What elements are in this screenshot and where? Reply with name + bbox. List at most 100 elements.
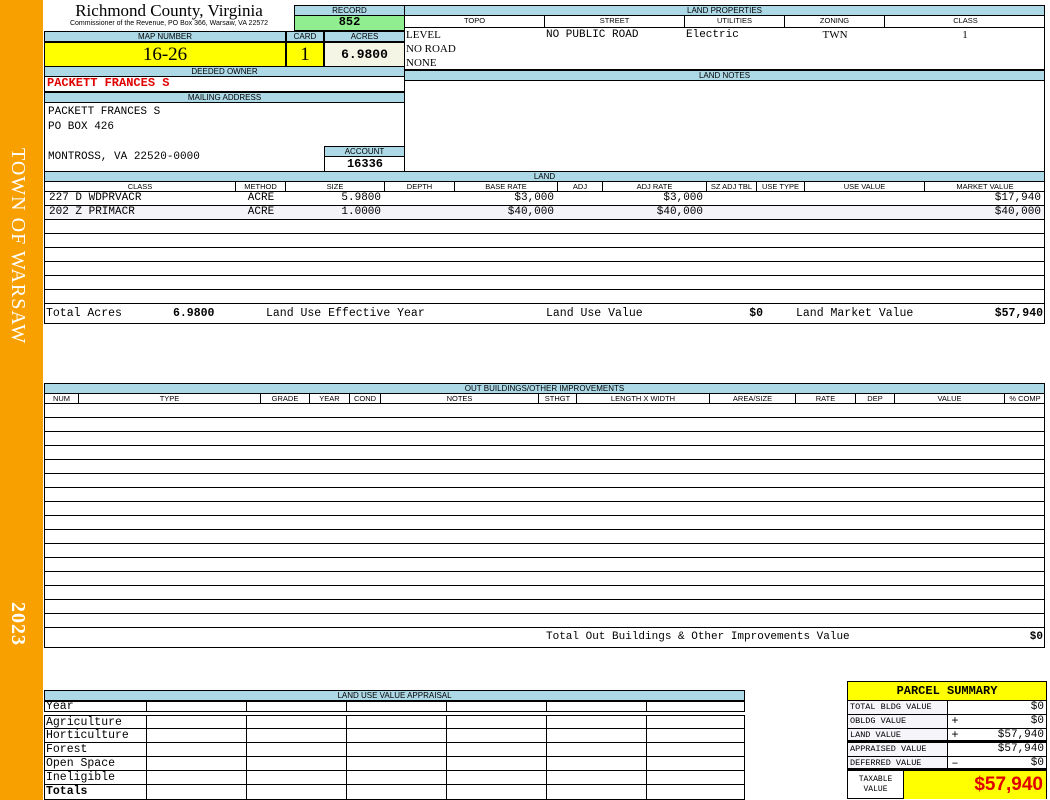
grid-cell[interactable] (246, 771, 247, 784)
grid-cell[interactable] (446, 743, 447, 756)
grid-cell[interactable] (246, 729, 247, 742)
grid-cell[interactable] (246, 716, 247, 728)
grid-cell[interactable] (346, 729, 347, 742)
column-header: SZ ADJ TBL (707, 182, 757, 192)
grid-cell[interactable] (246, 757, 247, 770)
grid-cell[interactable] (546, 785, 547, 799)
outbuildings-header-row: NUM TYPE GRADE YEAR COND NOTES STHGT LENGTH X W… (45, 394, 1044, 404)
owner-section: DEEDED OWNER PACKETT FRANCES S MAILING A… (44, 66, 405, 173)
summary-value: $0 (1030, 701, 1044, 713)
grid-cell[interactable] (146, 729, 147, 742)
grid-cell[interactable] (146, 757, 147, 770)
grid-cell[interactable] (446, 771, 447, 784)
land-total-effyear-label: Land Use Effective Year (266, 307, 425, 320)
column-header: TOPO (405, 16, 545, 27)
taxable-value: $57,940 (904, 771, 1046, 799)
summary-label: DEFERRED VALUE (848, 757, 948, 768)
topo-value: NONE (406, 57, 437, 69)
header: Richmond County, Virginia Commissioner o… (45, 2, 293, 28)
table-row (45, 248, 1044, 262)
land-cell: ACRE (247, 192, 275, 204)
grid-cell[interactable] (346, 785, 347, 799)
table-row (45, 474, 1044, 488)
land-section: LAND CLASS METHOD SIZE DEPTH BASE RATE ADJ ADJ… (44, 171, 1045, 324)
grid-cell[interactable] (646, 743, 647, 756)
grid-cell[interactable] (146, 702, 147, 711)
map-card-acres: MAP NUMBER CARD ACRES 16-26 1 6.9800 (44, 31, 405, 67)
grid-cell[interactable] (146, 743, 147, 756)
outbuildings-total-row: Total Out Buildings & Other Improvements… (45, 628, 1044, 648)
grid-cell[interactable] (646, 716, 647, 728)
summary-value: $57,940 (997, 729, 1044, 741)
summary-operator (948, 743, 962, 756)
grid-cell[interactable] (446, 757, 447, 770)
column-header: STREET (545, 16, 685, 27)
grid-cell[interactable] (646, 757, 647, 770)
land-notes-area[interactable] (404, 81, 1045, 172)
grid-cell[interactable] (246, 702, 247, 711)
grid-cell[interactable] (646, 729, 647, 742)
grid-cell[interactable] (446, 702, 447, 711)
grid-cell[interactable] (646, 771, 647, 784)
grid-cell[interactable] (346, 702, 347, 711)
land-properties-values: LEVEL NO ROAD NONE NO PUBLIC ROAD Electr… (404, 27, 1045, 70)
grid-cell[interactable] (146, 771, 147, 784)
grid-cell[interactable] (546, 729, 547, 742)
totals-row: Totals (44, 785, 745, 800)
column-header: COND (350, 394, 381, 404)
grid-cell[interactable] (546, 702, 547, 711)
address-line: PO BOX 426 (48, 121, 115, 133)
grid-cell[interactable] (546, 771, 547, 784)
grid-cell[interactable] (446, 785, 447, 799)
grid-cell[interactable] (446, 716, 447, 728)
column-header: METHOD (236, 182, 286, 192)
town-name: TOWN OF WARSAW (7, 148, 29, 345)
account-value: 16336 (324, 157, 405, 171)
summary-row: TOTAL BLDG VALUE $0 (848, 701, 1046, 715)
card-number: 1 (286, 42, 324, 67)
land-total-acres-label: Total Acres (46, 307, 122, 320)
mailing-address: PACKETT FRANCES S PO BOX 426 MONTROSS, V… (44, 103, 405, 173)
totals-row-label: Totals (46, 785, 88, 798)
grid-cell[interactable] (546, 757, 547, 770)
parcel-summary: PARCEL SUMMARY TOTAL BLDG VALUE $0 OBLDG V… (847, 681, 1047, 799)
table-row (45, 234, 1044, 248)
column-header: RATE (796, 394, 856, 404)
luva-row-label: Open Space (46, 757, 116, 770)
grid-cell[interactable] (346, 716, 347, 728)
land-cell: $40,000 (994, 206, 1041, 218)
column-header: DEPTH (385, 182, 455, 192)
luva-row-label: Horticulture (46, 729, 129, 742)
grid-cell[interactable] (446, 729, 447, 742)
column-header: LENGTH X WIDTH (577, 394, 710, 404)
grid-cell[interactable] (246, 743, 247, 756)
county-title: Richmond County, Virginia (75, 1, 263, 20)
land-total-luv: $0 (749, 307, 763, 320)
column-header: AREA/SIZE (710, 394, 796, 404)
table-row (45, 516, 1044, 530)
column-header: GRADE (261, 394, 310, 404)
grid-cell[interactable] (646, 785, 647, 799)
grid-cell[interactable] (346, 757, 347, 770)
table-row (45, 530, 1044, 544)
column-header: VALUE (895, 394, 1005, 404)
mailing-label: MAILING ADDRESS (44, 92, 405, 103)
grid-cell[interactable] (346, 771, 347, 784)
grid-cell[interactable] (146, 716, 147, 728)
column-header: MARKET VALUE (956, 182, 1014, 191)
grid-cell[interactable] (546, 743, 547, 756)
luva-row: Ineligible (44, 771, 745, 785)
grid-cell[interactable] (346, 743, 347, 756)
owner-name: PACKETT FRANCES S (44, 77, 405, 92)
grid-cell[interactable] (246, 785, 247, 799)
table-row: 202 Z PRIMACR ACRE 1.0000 $40,000 $40,000 $40… (45, 206, 1044, 220)
grid-cell[interactable] (646, 702, 647, 711)
summary-operator: + (951, 714, 959, 728)
summary-row: DEFERRED VALUE – $0 (848, 757, 1046, 771)
grid-cell[interactable] (146, 785, 147, 799)
column-header: ZONING (785, 16, 885, 27)
summary-label: APPRAISED VALUE (848, 743, 948, 756)
grid-cell[interactable] (546, 716, 547, 728)
table-row (45, 614, 1044, 628)
land-cell: $3,000 (663, 192, 703, 204)
